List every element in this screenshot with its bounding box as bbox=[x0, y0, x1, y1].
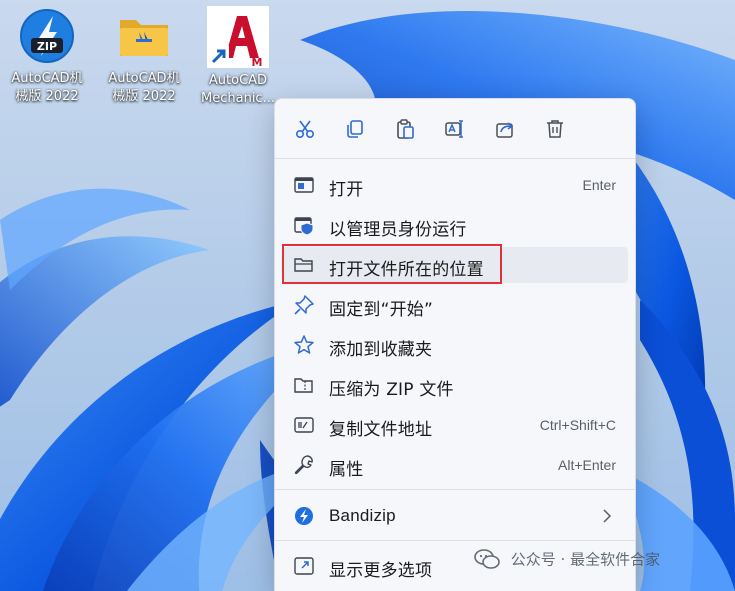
share-icon bbox=[496, 122, 514, 138]
wechat-icon bbox=[474, 549, 500, 569]
delete-icon bbox=[547, 120, 563, 138]
shortcut-badge-text: M bbox=[252, 56, 263, 68]
highlight-box bbox=[282, 244, 502, 284]
menu-separator bbox=[275, 540, 635, 541]
bandizip-icon bbox=[295, 507, 313, 525]
wrench-icon bbox=[294, 455, 313, 475]
zip-archive-icon: ZIP bbox=[17, 6, 77, 66]
cut-button[interactable] bbox=[291, 115, 319, 143]
menu-item-label: 显示更多选项 bbox=[329, 561, 433, 581]
menu-item-bandizip[interactable]: Bandizip bbox=[282, 498, 628, 534]
context-menu: 打开 Enter 以管理员身份运行 打开文件所在的位置 固定到“开始” 添加到收… bbox=[274, 98, 636, 591]
pin-icon bbox=[294, 295, 314, 315]
menu-item-copy-as-path[interactable]: 复制文件地址 Ctrl+Shift+C bbox=[282, 407, 628, 443]
menu-item-properties[interactable]: 属性 Alt+Enter bbox=[282, 447, 628, 483]
paste-icon bbox=[397, 119, 414, 139]
menu-item-pin-to-start[interactable]: 固定到“开始” bbox=[282, 287, 628, 323]
more-options-icon bbox=[294, 557, 314, 575]
desktop-icon-label-line2: 械版 2022 bbox=[15, 89, 79, 104]
rename-icon bbox=[445, 120, 463, 138]
menu-separator bbox=[275, 489, 635, 490]
menu-separator bbox=[275, 158, 635, 159]
autocad-mechanical-app-icon: M bbox=[207, 6, 269, 69]
menu-item-label: 压缩为 ZIP 文件 bbox=[329, 380, 454, 400]
paste-button[interactable] bbox=[391, 115, 419, 143]
desktop-icon-autocad-zip[interactable]: ZIP AutoCAD机 械版 2022 bbox=[2, 6, 92, 106]
desktop-icon-label-line2: Mechanic... bbox=[201, 91, 275, 106]
context-menu-toolbar bbox=[275, 99, 635, 158]
watermark-text: 公众号 · 最全软件合家 bbox=[510, 550, 661, 569]
desktop-icon-label-line1: AutoCAD机 bbox=[108, 71, 180, 86]
chevron-right-icon bbox=[603, 509, 612, 523]
menu-item-shortcut: Enter bbox=[582, 177, 616, 193]
zip-folder-icon bbox=[294, 378, 313, 393]
admin-shield-icon bbox=[294, 217, 314, 236]
menu-item-label: 复制文件地址 bbox=[329, 420, 433, 440]
desktop-icon-label-line1: AutoCAD bbox=[208, 73, 268, 88]
menu-item-add-to-favorites[interactable]: 添加到收藏夹 bbox=[282, 327, 628, 363]
desktop-icon-label-line1: AutoCAD机 bbox=[11, 71, 83, 86]
menu-item-shortcut: Alt+Enter bbox=[558, 457, 616, 473]
cut-icon bbox=[295, 120, 315, 139]
delete-button[interactable] bbox=[541, 115, 569, 143]
copy-button[interactable] bbox=[341, 115, 369, 143]
menu-item-open[interactable]: 打开 Enter bbox=[282, 167, 628, 203]
menu-item-compress-to-zip[interactable]: 压缩为 ZIP 文件 bbox=[282, 367, 628, 403]
share-button[interactable] bbox=[491, 115, 519, 143]
star-icon bbox=[294, 335, 314, 354]
menu-item-label: Bandizip bbox=[329, 506, 396, 525]
desktop-icon-autocad-mechanical[interactable]: M AutoCAD Mechanic... bbox=[193, 6, 283, 108]
menu-item-label: 以管理员身份运行 bbox=[329, 220, 467, 240]
rename-button[interactable] bbox=[441, 115, 469, 143]
menu-item-label: 固定到“开始” bbox=[329, 300, 434, 320]
desktop-icon-autocad-folder[interactable]: AutoCAD机 械版 2022 bbox=[99, 6, 189, 106]
desktop-icon-label-line2: 械版 2022 bbox=[112, 89, 176, 104]
menu-item-shortcut: Ctrl+Shift+C bbox=[539, 417, 616, 433]
open-window-icon bbox=[294, 177, 314, 193]
menu-item-label: 添加到收藏夹 bbox=[329, 340, 433, 360]
menu-item-label: 属性 bbox=[329, 460, 364, 480]
menu-item-run-as-admin[interactable]: 以管理员身份运行 bbox=[282, 207, 628, 243]
zip-badge-text: ZIP bbox=[37, 40, 57, 53]
menu-item-label: 打开 bbox=[329, 180, 364, 200]
copy-path-icon bbox=[294, 417, 314, 433]
folder-icon bbox=[114, 6, 174, 66]
watermark: 公众号 · 最全软件合家 bbox=[474, 548, 660, 576]
copy-icon bbox=[347, 120, 363, 138]
